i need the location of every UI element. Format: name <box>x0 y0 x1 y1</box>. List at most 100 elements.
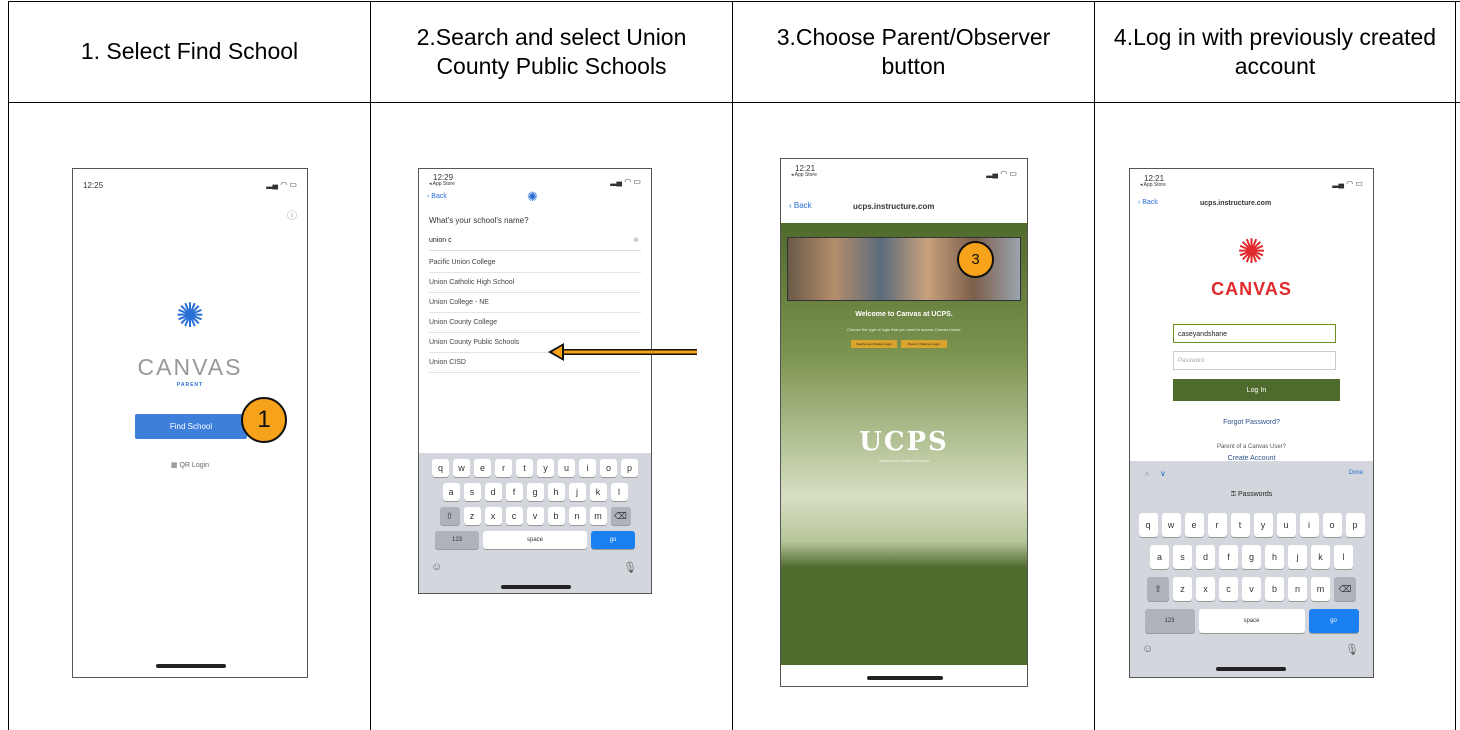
keyboard-key[interactable]: k <box>589 483 607 501</box>
keyboard-key[interactable]: x <box>1196 577 1215 601</box>
keyboard-row: asdfghjkl <box>1130 545 1373 569</box>
home-indicator <box>1216 667 1286 671</box>
keyboard-key[interactable]: g <box>526 483 544 501</box>
keyboard-key[interactable]: v <box>526 507 544 525</box>
keyboard-key[interactable]: k <box>1311 545 1330 569</box>
keyboard-key[interactable]: i <box>579 459 596 477</box>
keyboard-key[interactable]: p <box>621 459 638 477</box>
home-indicator <box>501 585 571 589</box>
app-store-back[interactable]: ◂ App Store <box>1140 182 1166 188</box>
status-icons: ▂▄ ◠ ▭ <box>610 177 641 186</box>
back-button[interactable]: ‹ Back <box>427 193 447 200</box>
keyboard-key[interactable]: x <box>484 507 502 525</box>
go-key[interactable]: go <box>1308 609 1359 633</box>
keyboard-key[interactable]: z <box>463 507 481 525</box>
space-key[interactable]: space <box>483 531 587 549</box>
done-button[interactable]: Done <box>1349 470 1363 476</box>
keyboard-key[interactable]: g <box>1242 545 1261 569</box>
keyboard-key[interactable]: f <box>505 483 523 501</box>
keyboard-key[interactable]: q <box>432 459 449 477</box>
keyboard-key[interactable]: u <box>1276 513 1296 537</box>
keyboard-key[interactable]: u <box>558 459 575 477</box>
numbers-key[interactable]: 123 <box>1144 609 1195 633</box>
keyboard-key[interactable]: m <box>589 507 607 525</box>
keyboard-key[interactable]: p <box>1345 513 1365 537</box>
list-item[interactable]: Union County College <box>429 313 641 333</box>
delete-key[interactable]: ⌫ <box>1334 577 1356 601</box>
keyboard-key[interactable]: n <box>568 507 586 525</box>
list-item[interactable]: Pacific Union College <box>429 253 641 273</box>
app-store-back[interactable]: ◂ App Store <box>429 181 455 187</box>
list-item[interactable]: Union Catholic High School <box>429 273 641 293</box>
keyboard-key[interactable]: w <box>453 459 470 477</box>
keyboard-key[interactable]: z <box>1173 577 1192 601</box>
back-label: Back <box>793 201 812 210</box>
qr-login-link[interactable]: ▦ QR Login <box>73 461 307 469</box>
emoji-icon[interactable]: ☺ <box>431 561 442 573</box>
numbers-key[interactable]: 123 <box>435 531 479 549</box>
chevron-down-icon[interactable]: ∨ <box>1160 469 1166 478</box>
microphone-icon[interactable]: 🎙 <box>1345 643 1359 656</box>
password-field[interactable]: Password <box>1173 351 1336 370</box>
keyboard-key[interactable]: t <box>1230 513 1250 537</box>
keyboard-key[interactable]: c <box>1219 577 1238 601</box>
keyboard-key[interactable]: a <box>1150 545 1169 569</box>
keyboard-key[interactable]: r <box>495 459 512 477</box>
info-icon[interactable]: ⓘ <box>287 207 297 222</box>
keyboard-key[interactable]: m <box>1311 577 1330 601</box>
staff-login-button[interactable]: Teacher and Student Login <box>851 340 897 348</box>
clear-icon[interactable]: ⊗ <box>633 232 639 250</box>
keyboard-key[interactable]: s <box>463 483 481 501</box>
keyboard-key[interactable]: e <box>1184 513 1204 537</box>
space-key[interactable]: space <box>1198 609 1305 633</box>
keyboard-key[interactable]: b <box>1265 577 1284 601</box>
keyboard-key[interactable]: l <box>610 483 628 501</box>
keyboard-key[interactable]: y <box>1253 513 1273 537</box>
app-store-back[interactable]: ◂ App Store <box>791 172 817 178</box>
keyboard-key[interactable]: n <box>1288 577 1307 601</box>
keyboard-key[interactable]: j <box>1288 545 1307 569</box>
keyboard-key[interactable]: d <box>484 483 502 501</box>
qr-login-label: QR Login <box>179 462 210 469</box>
keyboard-key[interactable]: a <box>442 483 460 501</box>
login-instructions: Choose the type of login that you need t… <box>847 327 961 332</box>
keyboard-key[interactable]: e <box>474 459 491 477</box>
keyboard-key[interactable]: c <box>505 507 523 525</box>
keyboard-key[interactable]: j <box>568 483 586 501</box>
keyboard-key[interactable]: o <box>1322 513 1342 537</box>
back-button[interactable]: ‹ Back <box>1138 199 1158 206</box>
keyboard-key[interactable]: h <box>1265 545 1284 569</box>
back-button[interactable]: ‹ Back <box>789 201 812 210</box>
parent-observer-button[interactable]: Parent / Observer Login <box>901 340 947 348</box>
passwords-bar[interactable]: ⚿ Passwords <box>1130 491 1373 499</box>
keyboard-key[interactable]: v <box>1242 577 1261 601</box>
keyboard-key[interactable]: o <box>600 459 617 477</box>
shift-key[interactable]: ⇧ <box>439 507 460 525</box>
keyboard-key[interactable]: s <box>1173 545 1192 569</box>
keyboard-key[interactable]: q <box>1138 513 1158 537</box>
keyboard-key[interactable]: w <box>1161 513 1181 537</box>
keyboard-key[interactable]: h <box>547 483 565 501</box>
forgot-password-link[interactable]: Forgot Password? <box>1130 419 1373 426</box>
canvas-logo-icon: ✺ <box>1237 233 1266 271</box>
microphone-icon[interactable]: 🎙 <box>623 561 637 574</box>
username-field[interactable]: caseyandshane <box>1173 324 1336 343</box>
go-key[interactable]: go <box>591 531 635 549</box>
chevron-up-icon[interactable]: ∧ <box>1144 469 1150 478</box>
keyboard-key[interactable]: y <box>537 459 554 477</box>
find-school-button[interactable]: Find School <box>135 414 247 439</box>
delete-key[interactable]: ⌫ <box>610 507 631 525</box>
shift-key[interactable]: ⇧ <box>1147 577 1169 601</box>
keyboard-key[interactable]: r <box>1207 513 1227 537</box>
keyboard-key[interactable]: f <box>1219 545 1238 569</box>
keyboard-key[interactable]: b <box>547 507 565 525</box>
list-item[interactable]: Union College - NE <box>429 293 641 313</box>
column-divider <box>370 1 371 730</box>
keyboard-key[interactable]: d <box>1196 545 1215 569</box>
log-in-button[interactable]: Log In <box>1173 379 1340 401</box>
keyboard-key[interactable]: t <box>516 459 533 477</box>
keyboard-key[interactable]: i <box>1299 513 1319 537</box>
keyboard-key[interactable]: l <box>1334 545 1353 569</box>
emoji-icon[interactable]: ☺ <box>1142 643 1153 655</box>
school-search-input[interactable]: union c ⊗ <box>429 232 641 251</box>
